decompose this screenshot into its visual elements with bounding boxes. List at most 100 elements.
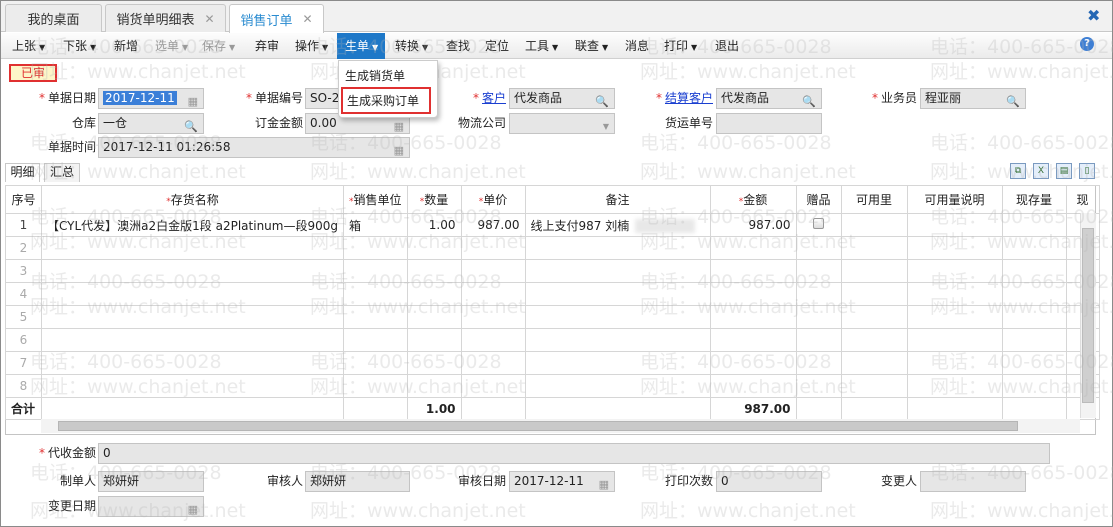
change-date-field[interactable]: ▦ — [98, 496, 204, 517]
cell[interactable] — [840, 374, 908, 398]
table-row[interactable]: 4 — [5, 282, 1100, 306]
cell[interactable] — [343, 328, 408, 352]
col-amount[interactable]: *金额 — [709, 185, 797, 214]
close-window-icon[interactable]: ✖ — [1087, 6, 1100, 25]
table-row[interactable]: 2 — [5, 236, 1100, 260]
cell[interactable] — [795, 351, 842, 375]
chevron-down-icon[interactable]: ▼ — [603, 117, 609, 133]
cell[interactable] — [1001, 374, 1067, 398]
item-name-cell[interactable]: 【CYL代发】澳洲a2白金版1段 a2Platinum—段900g — [41, 213, 344, 237]
cell[interactable] — [406, 236, 462, 260]
cell[interactable] — [840, 328, 908, 352]
search-icon[interactable]: 🔍 — [1006, 92, 1020, 108]
cell[interactable] — [460, 305, 526, 329]
cell[interactable] — [406, 328, 462, 352]
column-settings-icon[interactable]: ▤ — [1056, 163, 1072, 179]
tab-detail[interactable]: 明细 — [5, 163, 40, 182]
doc-time-field[interactable]: 2017-12-11 01:26:58 ▦ — [98, 137, 410, 158]
cell[interactable] — [343, 351, 408, 375]
cell[interactable] — [906, 213, 1003, 237]
copy-icon[interactable]: ⧉ — [1010, 163, 1026, 179]
cell[interactable] — [906, 282, 1003, 306]
gift-checkbox[interactable] — [813, 218, 825, 229]
cell[interactable] — [406, 351, 462, 375]
cell[interactable] — [41, 374, 344, 398]
cell[interactable] — [343, 236, 408, 260]
cell[interactable] — [524, 351, 711, 375]
cell[interactable] — [41, 259, 344, 283]
menu-item-generate-purchase-order[interactable]: 生成采购订单 — [341, 87, 431, 114]
cell[interactable] — [524, 328, 711, 352]
cell[interactable] — [1001, 259, 1067, 283]
table-row[interactable]: 7 — [5, 351, 1100, 375]
calculator-icon[interactable]: ▦ — [394, 117, 404, 133]
col-name[interactable]: *存货名称 — [41, 185, 344, 214]
col-stock[interactable]: 现存量 — [1001, 185, 1067, 214]
col-more[interactable]: 现 — [1065, 185, 1100, 214]
close-icon[interactable]: ✕ — [302, 12, 312, 26]
cell[interactable] — [460, 236, 526, 260]
cell[interactable] — [906, 374, 1003, 398]
cell[interactable] — [709, 305, 797, 329]
doc-date-field[interactable]: 2017-12-11 ▦ — [98, 88, 204, 109]
cell[interactable] — [906, 236, 1003, 260]
amount-cell[interactable]: 987.00 — [709, 213, 797, 237]
tab-sales-order[interactable]: 销售订单 ✕ — [229, 4, 324, 33]
tab-sales-detail[interactable]: 销货单明细表 ✕ — [105, 4, 226, 32]
calendar-icon[interactable]: ▦ — [599, 475, 609, 491]
settle-customer-field[interactable]: 代发商品 🔍 — [716, 88, 822, 109]
cell[interactable] — [41, 328, 344, 352]
close-icon[interactable]: ✕ — [204, 12, 214, 26]
price-cell[interactable]: 987.00 — [460, 213, 526, 237]
search-icon[interactable]: 🔍 — [184, 117, 198, 133]
export-excel-icon[interactable]: X — [1033, 163, 1049, 179]
cell[interactable] — [460, 374, 526, 398]
cell[interactable] — [406, 259, 462, 283]
locate-button[interactable]: 定位 — [481, 33, 513, 59]
save-button[interactable]: 保存 ▼ — [198, 33, 239, 59]
search-icon[interactable]: 🔍 — [802, 92, 816, 108]
cell[interactable] — [795, 236, 842, 260]
cell[interactable] — [524, 374, 711, 398]
table-row[interactable]: 8 — [5, 374, 1100, 398]
linked-query-button[interactable]: 联查 ▼ — [571, 33, 612, 59]
cell[interactable] — [1001, 282, 1067, 306]
print-button[interactable]: 打印 ▼ — [660, 33, 701, 59]
waybill-field[interactable] — [716, 113, 822, 134]
logistics-select[interactable]: ▼ — [509, 113, 615, 134]
col-available[interactable]: 可用里 — [840, 185, 908, 214]
table-row[interactable]: 6 — [5, 328, 1100, 352]
cell[interactable] — [1001, 351, 1067, 375]
table-row[interactable]: 1 【CYL代发】澳洲a2白金版1段 a2Platinum—段900g 箱 1.… — [5, 213, 1100, 237]
collect-amount-field[interactable]: 0 — [98, 443, 1050, 464]
cell[interactable] — [840, 259, 908, 283]
cell[interactable] — [709, 236, 797, 260]
gift-checkbox-cell[interactable] — [795, 213, 842, 237]
changer-field[interactable] — [920, 471, 1026, 492]
select-button[interactable]: 选单 ▼ — [151, 33, 192, 59]
warehouse-field[interactable]: 一仓 🔍 — [98, 113, 204, 134]
cell[interactable] — [41, 351, 344, 375]
cell[interactable] — [343, 259, 408, 283]
col-remark[interactable]: 备注 — [524, 185, 711, 214]
print-count-field[interactable]: 0 — [716, 471, 822, 492]
cell[interactable] — [906, 328, 1003, 352]
help-icon[interactable]: ? — [1080, 37, 1094, 51]
exit-button[interactable]: 退出 — [711, 33, 743, 59]
col-price[interactable]: *单价 — [460, 185, 526, 214]
cell[interactable] — [795, 374, 842, 398]
cell[interactable] — [906, 305, 1003, 329]
cell[interactable] — [460, 351, 526, 375]
col-gift[interactable]: 赠品 — [795, 185, 842, 214]
message-button[interactable]: 消息 — [621, 33, 653, 59]
cell[interactable] — [41, 305, 344, 329]
save-layout-icon[interactable]: ▯ — [1079, 163, 1095, 179]
customer-field[interactable]: 代发商品 🔍 — [509, 88, 615, 109]
cell[interactable] — [524, 282, 711, 306]
cell[interactable] — [406, 282, 462, 306]
cell[interactable] — [524, 305, 711, 329]
table-row[interactable]: 5 — [5, 305, 1100, 329]
salesman-field[interactable]: 程亚丽 🔍 — [920, 88, 1026, 109]
cell[interactable] — [840, 282, 908, 306]
cell[interactable] — [1001, 328, 1067, 352]
